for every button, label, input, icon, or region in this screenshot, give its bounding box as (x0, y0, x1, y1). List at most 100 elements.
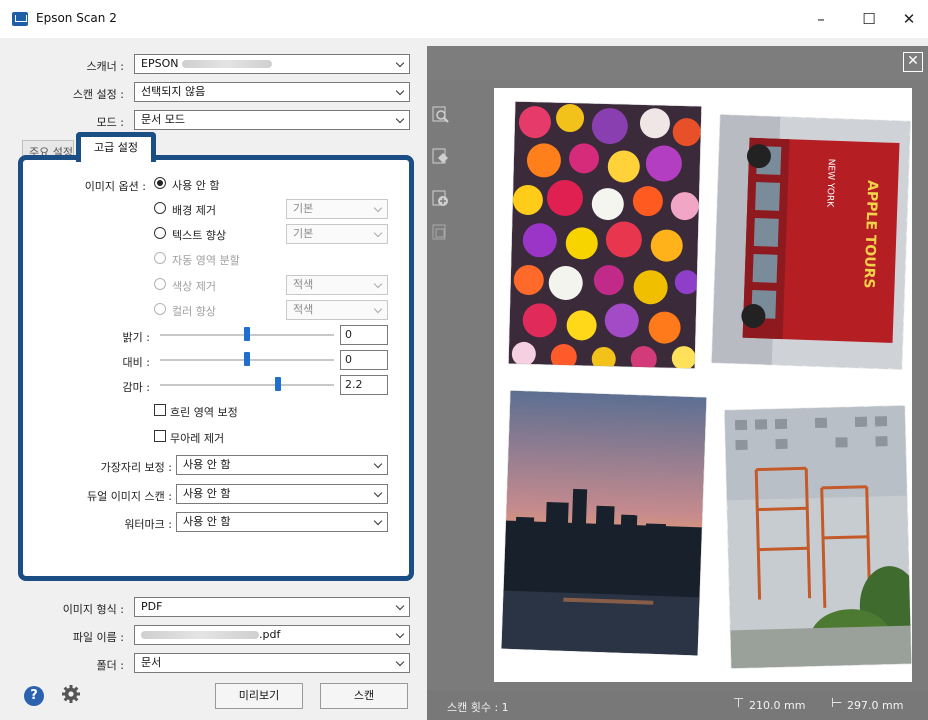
redacted-model (182, 60, 273, 68)
close-button[interactable]: ✕ (886, 0, 928, 38)
watermark-label: 워터마크 : (124, 518, 172, 531)
image-format-label: 이미지 형식 : (62, 603, 124, 616)
edge-fill-label: 가장자리 보정 : (100, 461, 172, 474)
add-page-icon[interactable] (432, 190, 450, 208)
svg-text:NEW YORK: NEW YORK (824, 158, 836, 208)
radio-dropout[interactable] (154, 278, 166, 290)
close-preview-icon[interactable]: ✕ (903, 52, 923, 72)
watermark-value: 사용 안 함 (183, 515, 231, 528)
color-enhance-value: 적색 (293, 303, 314, 316)
chevron-down-icon (373, 304, 383, 314)
contrast-input[interactable]: 0 (340, 350, 388, 370)
chevron-down-icon (395, 86, 405, 96)
photo-playground (724, 405, 912, 669)
gamma-label: 감마 : (122, 381, 150, 394)
brightness-slider-thumb[interactable] (244, 327, 250, 341)
window-title: Epson Scan 2 (36, 11, 117, 25)
radio-auto-area-segmentation-label: 자동 영역 분할 (172, 254, 240, 267)
remove-background-value: 기본 (293, 202, 314, 215)
radio-auto-area-segmentation[interactable] (154, 252, 166, 264)
text-enhancement-select[interactable]: 기본 (286, 224, 388, 244)
dual-image-label: 듀얼 이미지 스캔 : (86, 490, 172, 503)
chevron-down-icon (373, 488, 383, 498)
image-format-select[interactable]: PDF (134, 597, 410, 617)
mode-label: 모드 : (96, 116, 124, 129)
chevron-down-icon (395, 601, 405, 611)
status-bar: 스캔 횟수 : 1 ⊤ 210.0 mm ⊢ 297.0 mm (427, 690, 928, 720)
color-enhance-select[interactable]: 적색 (286, 300, 388, 320)
chevron-down-icon (395, 114, 405, 124)
chevron-down-icon (373, 459, 383, 469)
edge-fill-select[interactable]: 사용 안 함 (176, 455, 388, 475)
scanner-value: EPSON (141, 57, 179, 70)
radio-none-label: 사용 안 함 (172, 179, 220, 192)
dual-image-select[interactable]: 사용 안 함 (176, 484, 388, 504)
edge-fill-value: 사용 안 함 (183, 458, 231, 471)
descreening-checkbox[interactable] (154, 430, 166, 442)
filename-suffix: .pdf (259, 628, 281, 641)
thumbnail-icon[interactable] (432, 224, 450, 242)
filename-label: 파일 이름 : (72, 631, 124, 644)
folder-select[interactable]: 문서 (134, 653, 410, 673)
mode-value: 문서 모드 (141, 113, 185, 126)
folder-label: 폴더 : (96, 659, 124, 672)
radio-dropout-label: 색상 제거 (172, 280, 216, 293)
gamma-input[interactable]: 2.2 (340, 375, 388, 395)
height-icon: ⊢ (831, 696, 843, 711)
radio-remove-background[interactable] (154, 202, 166, 214)
minimize-button[interactable]: – (798, 0, 844, 38)
contrast-slider-thumb[interactable] (244, 352, 250, 366)
scan-setting-value: 선택되지 않음 (141, 85, 206, 98)
scan-setting-select[interactable]: 선택되지 않음 (134, 82, 410, 102)
chevron-down-icon (395, 58, 405, 68)
gamma-slider-track[interactable] (160, 384, 334, 386)
redacted-filename (141, 631, 259, 639)
chevron-down-icon (373, 228, 383, 238)
width-text: 210.0 mm (749, 699, 806, 712)
dropout-value: 적색 (293, 278, 314, 291)
remove-background-select[interactable]: 기본 (286, 199, 388, 219)
chevron-down-icon (373, 279, 383, 289)
help-icon[interactable]: ? (24, 686, 44, 706)
filename-select[interactable]: .pdf (134, 625, 410, 645)
scan-setting-label: 스캔 설정 : (72, 88, 124, 101)
watermark-select[interactable]: 사용 안 함 (176, 512, 388, 532)
gear-icon[interactable] (60, 683, 82, 705)
radio-color-enhance-label: 컬러 향상 (172, 305, 216, 318)
chevron-down-icon (373, 516, 383, 526)
dual-image-value: 사용 안 함 (183, 487, 231, 500)
preview-toolbar (427, 46, 928, 80)
scanner-select[interactable]: EPSON (134, 54, 410, 74)
scan-button[interactable]: 스캔 (320, 683, 408, 709)
descreening-label: 무아레 제거 (170, 432, 225, 445)
zoom-icon[interactable] (432, 106, 450, 124)
unsharp-mask-checkbox[interactable] (154, 404, 166, 416)
unsharp-mask-label: 흐린 영역 보정 (170, 406, 238, 419)
chevron-down-icon (373, 203, 383, 213)
chevron-down-icon (395, 657, 405, 667)
preview-button[interactable]: 미리보기 (215, 683, 303, 709)
image-format-value: PDF (141, 600, 163, 613)
rotate-icon[interactable] (432, 148, 450, 166)
contrast-label: 대비 : (122, 356, 150, 369)
brightness-input[interactable]: 0 (340, 325, 388, 345)
title-bar: Epson Scan 2 – ☐ ✕ (0, 0, 928, 38)
dropout-select[interactable]: 적색 (286, 275, 388, 295)
scanner-label: 스캐너 : (86, 60, 124, 73)
height-text: 297.0 mm (847, 699, 904, 712)
scan-count-text: 스캔 횟수 : 1 (447, 701, 509, 714)
radio-color-enhance[interactable] (154, 303, 166, 315)
gamma-slider-thumb[interactable] (275, 377, 282, 391)
mode-select[interactable]: 문서 모드 (134, 110, 410, 130)
radio-none[interactable] (154, 177, 166, 189)
text-enhancement-value: 기본 (293, 227, 314, 240)
radio-text-enhancement-label: 텍스트 향상 (172, 229, 227, 242)
image-option-label: 이미지 옵션 : (84, 180, 146, 193)
radio-text-enhancement[interactable] (154, 227, 166, 239)
brightness-label: 밝기 : (122, 331, 150, 344)
preview-tool-strip (427, 80, 455, 690)
folder-value: 문서 (141, 656, 162, 669)
tab-advanced-settings[interactable]: 고급 설정 (76, 132, 156, 162)
radio-remove-background-label: 배경 제거 (172, 204, 216, 217)
width-icon: ⊤ (733, 696, 745, 711)
